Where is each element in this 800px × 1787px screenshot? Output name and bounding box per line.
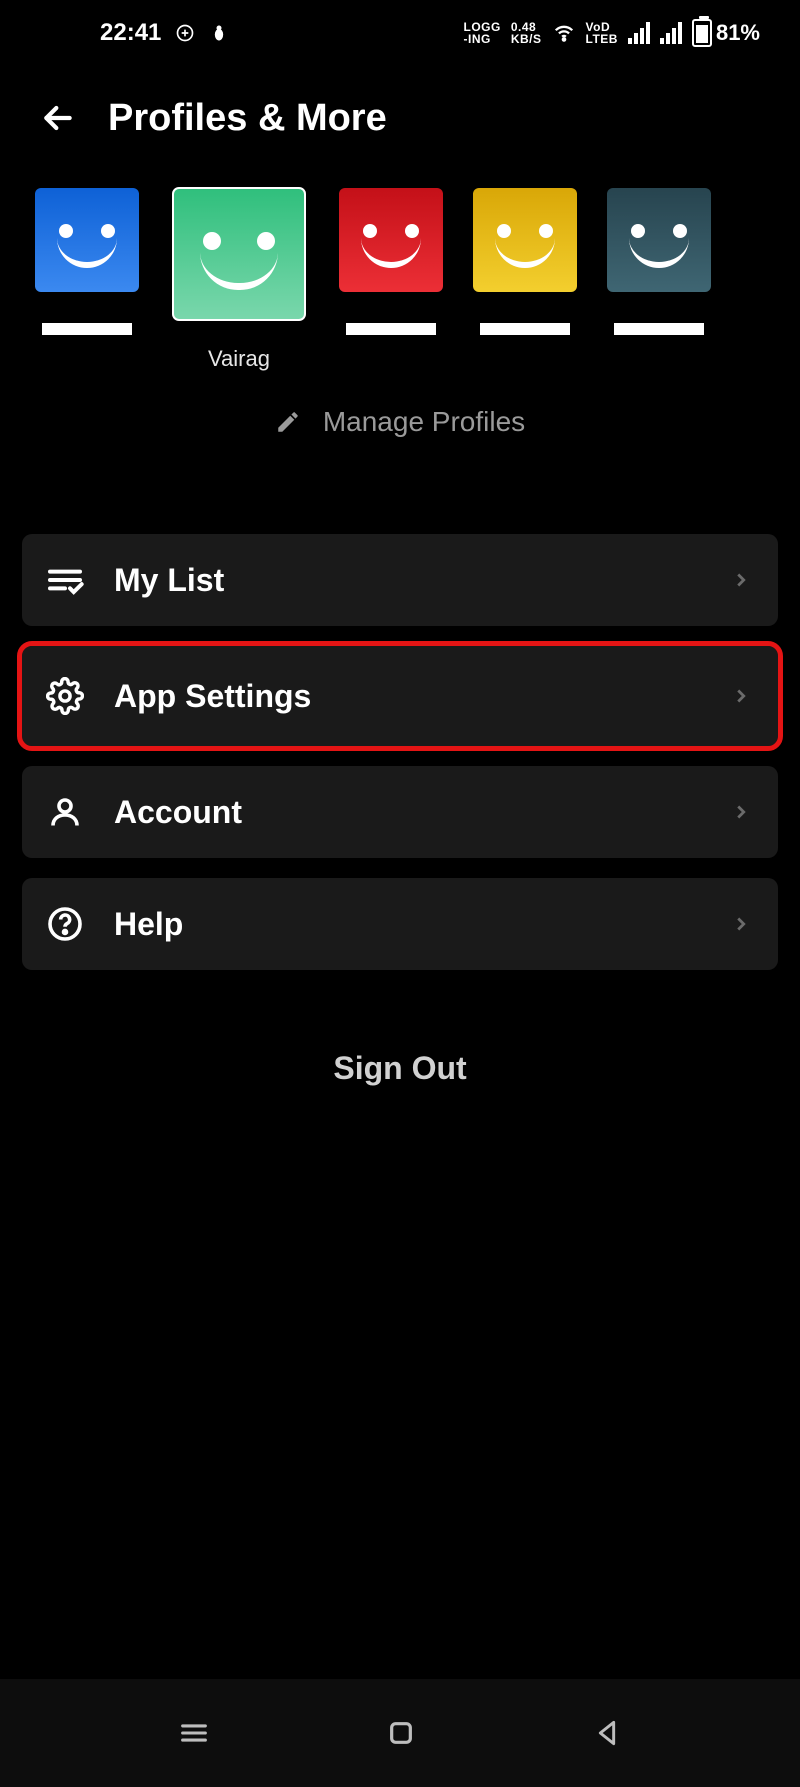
avatar-icon (173, 188, 305, 320)
chevron-right-icon (730, 913, 752, 935)
profile-2[interactable]: Vairag (166, 188, 312, 372)
profile-1[interactable] (32, 188, 142, 340)
battery-indicator: 81% (692, 19, 760, 47)
profile-name: Vairag (208, 346, 270, 372)
person-icon (44, 791, 86, 833)
avatar-icon (473, 188, 577, 292)
profile-name (352, 318, 430, 340)
help-icon (44, 903, 86, 945)
status-logging: LOGG-ING (463, 21, 500, 45)
system-nav-bar (0, 1679, 800, 1787)
profile-name (486, 318, 564, 340)
status-network: VoDLTEB (586, 21, 618, 45)
menu-item-account[interactable]: Account (22, 766, 778, 858)
sign-out-button[interactable]: Sign Out (0, 1050, 800, 1087)
profile-name (48, 318, 126, 340)
recents-button[interactable] (177, 1716, 211, 1750)
menu-item-my-list[interactable]: My List (22, 534, 778, 626)
list-check-icon (44, 559, 86, 601)
manage-profiles-label: Manage Profiles (323, 406, 525, 438)
back-button[interactable] (36, 96, 80, 140)
chevron-right-icon (730, 801, 752, 823)
avatar-icon (607, 188, 711, 292)
status-bar: 22:41 LOGG-ING 0.48KB/S VoDLTEB (0, 0, 800, 66)
avatar-icon (339, 188, 443, 292)
menu-item-help[interactable]: Help (22, 878, 778, 970)
signal-icon-2 (660, 22, 682, 44)
profiles-row: Vairag (0, 160, 800, 372)
page-title: Profiles & More (108, 97, 387, 140)
menu-label: Account (114, 794, 702, 831)
plus-circle-icon (175, 23, 195, 43)
profile-4[interactable] (470, 188, 580, 340)
menu-label: My List (114, 562, 702, 599)
signal-icon (628, 22, 650, 44)
profile-name (620, 318, 698, 340)
manage-profiles-button[interactable]: Manage Profiles (0, 406, 800, 438)
pencil-icon (275, 409, 301, 435)
wifi-icon (552, 22, 576, 44)
status-speed: 0.48KB/S (511, 21, 542, 45)
avatar-icon (35, 188, 139, 292)
menu-item-app-settings[interactable]: App Settings (22, 646, 778, 746)
bug-icon (209, 23, 229, 43)
profile-3[interactable] (336, 188, 446, 340)
status-time: 22:41 (100, 19, 161, 47)
menu-label: App Settings (114, 678, 702, 715)
menu-label: Help (114, 906, 702, 943)
chevron-right-icon (730, 569, 752, 591)
gear-icon (44, 675, 86, 717)
home-button[interactable] (385, 1717, 417, 1749)
back-nav-button[interactable] (591, 1717, 623, 1749)
battery-icon (692, 19, 712, 47)
battery-percent: 81% (716, 20, 760, 46)
profile-5[interactable] (604, 188, 714, 340)
menu-list: My List App Settings Account (0, 438, 800, 970)
header: Profiles & More (0, 66, 800, 160)
chevron-right-icon (730, 685, 752, 707)
